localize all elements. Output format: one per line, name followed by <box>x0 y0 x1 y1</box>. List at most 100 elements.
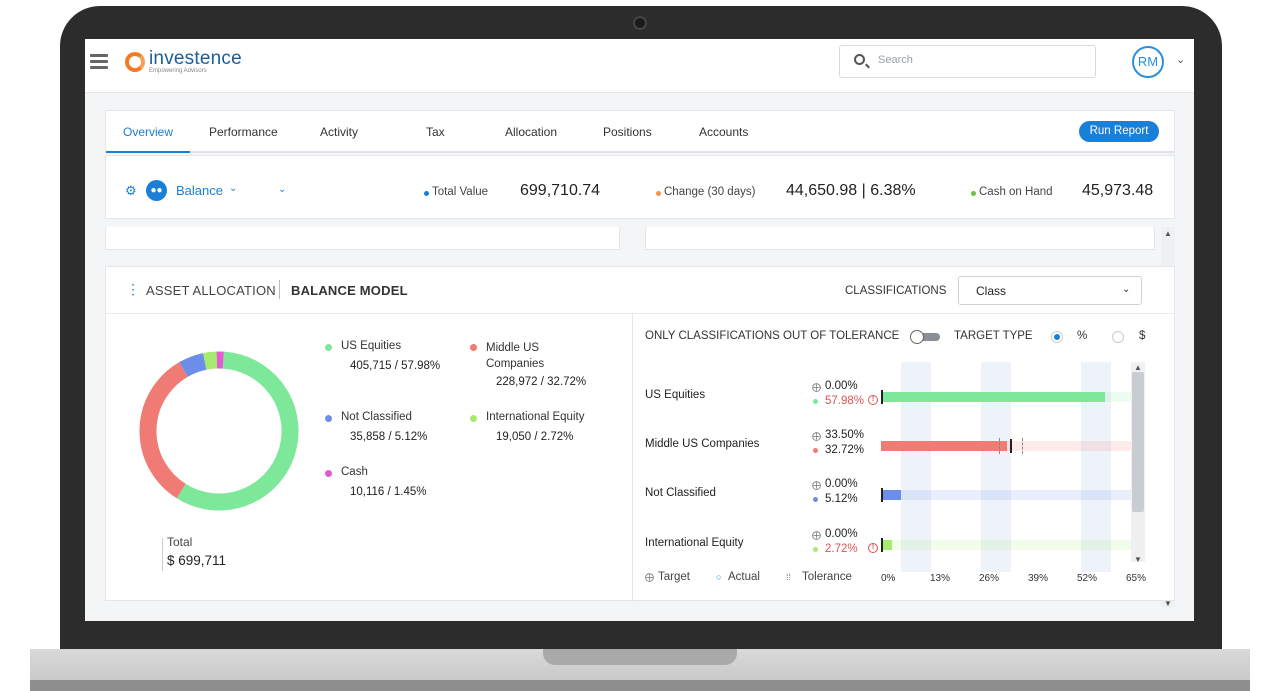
kebab-icon[interactable]: ⋮ <box>126 282 140 296</box>
actual-dot <box>813 497 818 502</box>
classification-select[interactable]: Class ⌄ <box>958 276 1142 305</box>
legend-label-middle-us: Middle US Companies <box>486 342 545 370</box>
panel-divider <box>632 314 633 602</box>
search-box[interactable] <box>839 45 1096 78</box>
warning-icon: ! <box>868 543 878 553</box>
tab-tax[interactable]: Tax <box>426 125 445 139</box>
legend-dot <box>470 344 477 351</box>
target-type-label: TARGET TYPE <box>954 330 1033 342</box>
target-marker <box>881 538 883 552</box>
camera-icon <box>633 16 647 30</box>
actual-dot <box>813 399 818 404</box>
target-marker <box>881 390 883 404</box>
legend-label-us-equities: US Equities <box>341 340 402 352</box>
legend-value-cash: 10,116 / 1.45% <box>350 486 427 498</box>
legend-dot <box>325 470 332 477</box>
card-title: ASSET ALLOCATION <box>146 283 276 298</box>
donut-slice-middle-us-companies <box>139 362 188 499</box>
tolerance-row-label: US Equities <box>645 389 706 401</box>
bar-actual <box>881 441 1008 451</box>
allocation-donut-chart <box>139 351 299 511</box>
logo-icon <box>125 52 145 72</box>
scroll-up-icon[interactable]: ▲ <box>1134 363 1142 372</box>
axis-tick-label: 26% <box>979 573 1000 584</box>
title-divider <box>279 280 280 299</box>
target-value: 33.50% <box>825 429 865 441</box>
axis-tick-label: 13% <box>930 573 951 584</box>
legend-actual: Actual <box>728 571 760 583</box>
laptop-notch <box>543 649 737 665</box>
chevron-down-icon[interactable]: ⌄ <box>1176 53 1185 66</box>
cash-dot <box>971 191 976 196</box>
legend-value-middle-us: 228,972 / 32.72% <box>496 376 587 388</box>
change-label: Change (30 days) <box>664 186 756 198</box>
legend-tolerance: Tolerance <box>802 571 852 583</box>
gear-icon[interactable]: ⚙ <box>125 183 137 199</box>
tolerance-high-marker <box>1021 438 1023 454</box>
total-value-dot <box>424 191 429 196</box>
legend-value-international-equity: 19,050 / 2.72% <box>496 431 574 443</box>
tolerance-row-label: Not Classified <box>645 487 716 499</box>
bar-track <box>881 490 1132 500</box>
actual-icon: ○ <box>716 572 722 582</box>
warning-icon: ! <box>868 395 878 405</box>
scroll-down-icon[interactable]: ▼ <box>1134 555 1142 564</box>
card-header: ⋮ ASSET ALLOCATION BALANCE MODEL CLASSIF… <box>106 267 1174 314</box>
tolerance-toggle[interactable] <box>910 330 940 344</box>
radio-dollar[interactable] <box>1112 331 1124 343</box>
actual-value: 2.72% <box>825 543 858 555</box>
active-tab-indicator <box>106 151 190 153</box>
tab-activity[interactable]: Activity <box>320 125 358 139</box>
chevron-down-icon[interactable]: ⌄ <box>229 183 237 194</box>
run-report-button[interactable]: Run Report <box>1079 121 1159 142</box>
search-input[interactable] <box>878 54 1078 66</box>
menu-icon[interactable] <box>90 54 108 69</box>
tab-performance[interactable]: Performance <box>209 125 278 139</box>
tolerance-row-label: International Equity <box>645 537 744 549</box>
search-icon <box>854 54 865 65</box>
app-screen: investence Empowering Advisors RM ⌄ Over… <box>85 39 1194 621</box>
legend-value-us-equities: 405,715 / 57.98% <box>350 360 441 372</box>
target-value: 0.00% <box>825 528 858 540</box>
target-value: 0.00% <box>825 380 858 392</box>
card-stub-left <box>105 227 620 250</box>
cash-value: 45,973.48 <box>1082 182 1154 199</box>
target-icon: ⨁ <box>812 431 821 441</box>
change-value: 44,650.98 | 6.38% <box>786 182 916 199</box>
tab-positions[interactable]: Positions <box>603 125 652 139</box>
axis-tick-label: 52% <box>1077 573 1098 584</box>
total-divider <box>162 538 163 571</box>
radio-percent-label: % <box>1077 330 1088 342</box>
logo-tagline: Empowering Advisors <box>149 68 207 74</box>
chart-scrollbar-thumb[interactable] <box>1132 372 1144 512</box>
legend-dot <box>470 415 477 422</box>
legend-value-not-classified: 35,858 / 5.12% <box>350 431 428 443</box>
total-label: Total <box>167 535 193 549</box>
radio-percent[interactable] <box>1051 331 1063 343</box>
logo-name: investence <box>149 48 242 69</box>
tolerance-row-label: Middle US Companies <box>645 438 760 450</box>
target-icon: ⨁ <box>812 530 821 540</box>
laptop-base-edge <box>30 680 1250 691</box>
tab-allocation[interactable]: Allocation <box>505 125 557 139</box>
change-dot <box>656 191 661 196</box>
legend-dot <box>325 415 332 422</box>
model-selector[interactable]: Balance <box>176 183 223 198</box>
donut-slice-international-equity <box>203 351 218 370</box>
actual-dot <box>813 448 818 453</box>
legend-label-cash: Cash <box>341 466 368 478</box>
scroll-up-icon[interactable]: ▲ <box>1164 229 1172 238</box>
tab-overview[interactable]: Overview <box>123 125 173 139</box>
target-icon: ⨁ <box>812 382 821 392</box>
tab-accounts[interactable]: Accounts <box>699 125 748 139</box>
cash-label: Cash on Hand <box>979 186 1053 198</box>
total-value-label: Total Value <box>432 186 489 198</box>
chevron-down-icon[interactable]: ⌄ <box>278 184 286 195</box>
avatar[interactable]: RM <box>1132 46 1164 78</box>
top-bar: investence Empowering Advisors RM ⌄ <box>85 39 1194 93</box>
actual-dot <box>813 547 818 552</box>
axis-tick-label: 39% <box>1028 573 1049 584</box>
chevron-down-icon: ⌄ <box>1122 284 1131 295</box>
legend-label-international-equity: International Equity <box>486 411 585 423</box>
actual-value: 57.98% <box>825 395 865 407</box>
